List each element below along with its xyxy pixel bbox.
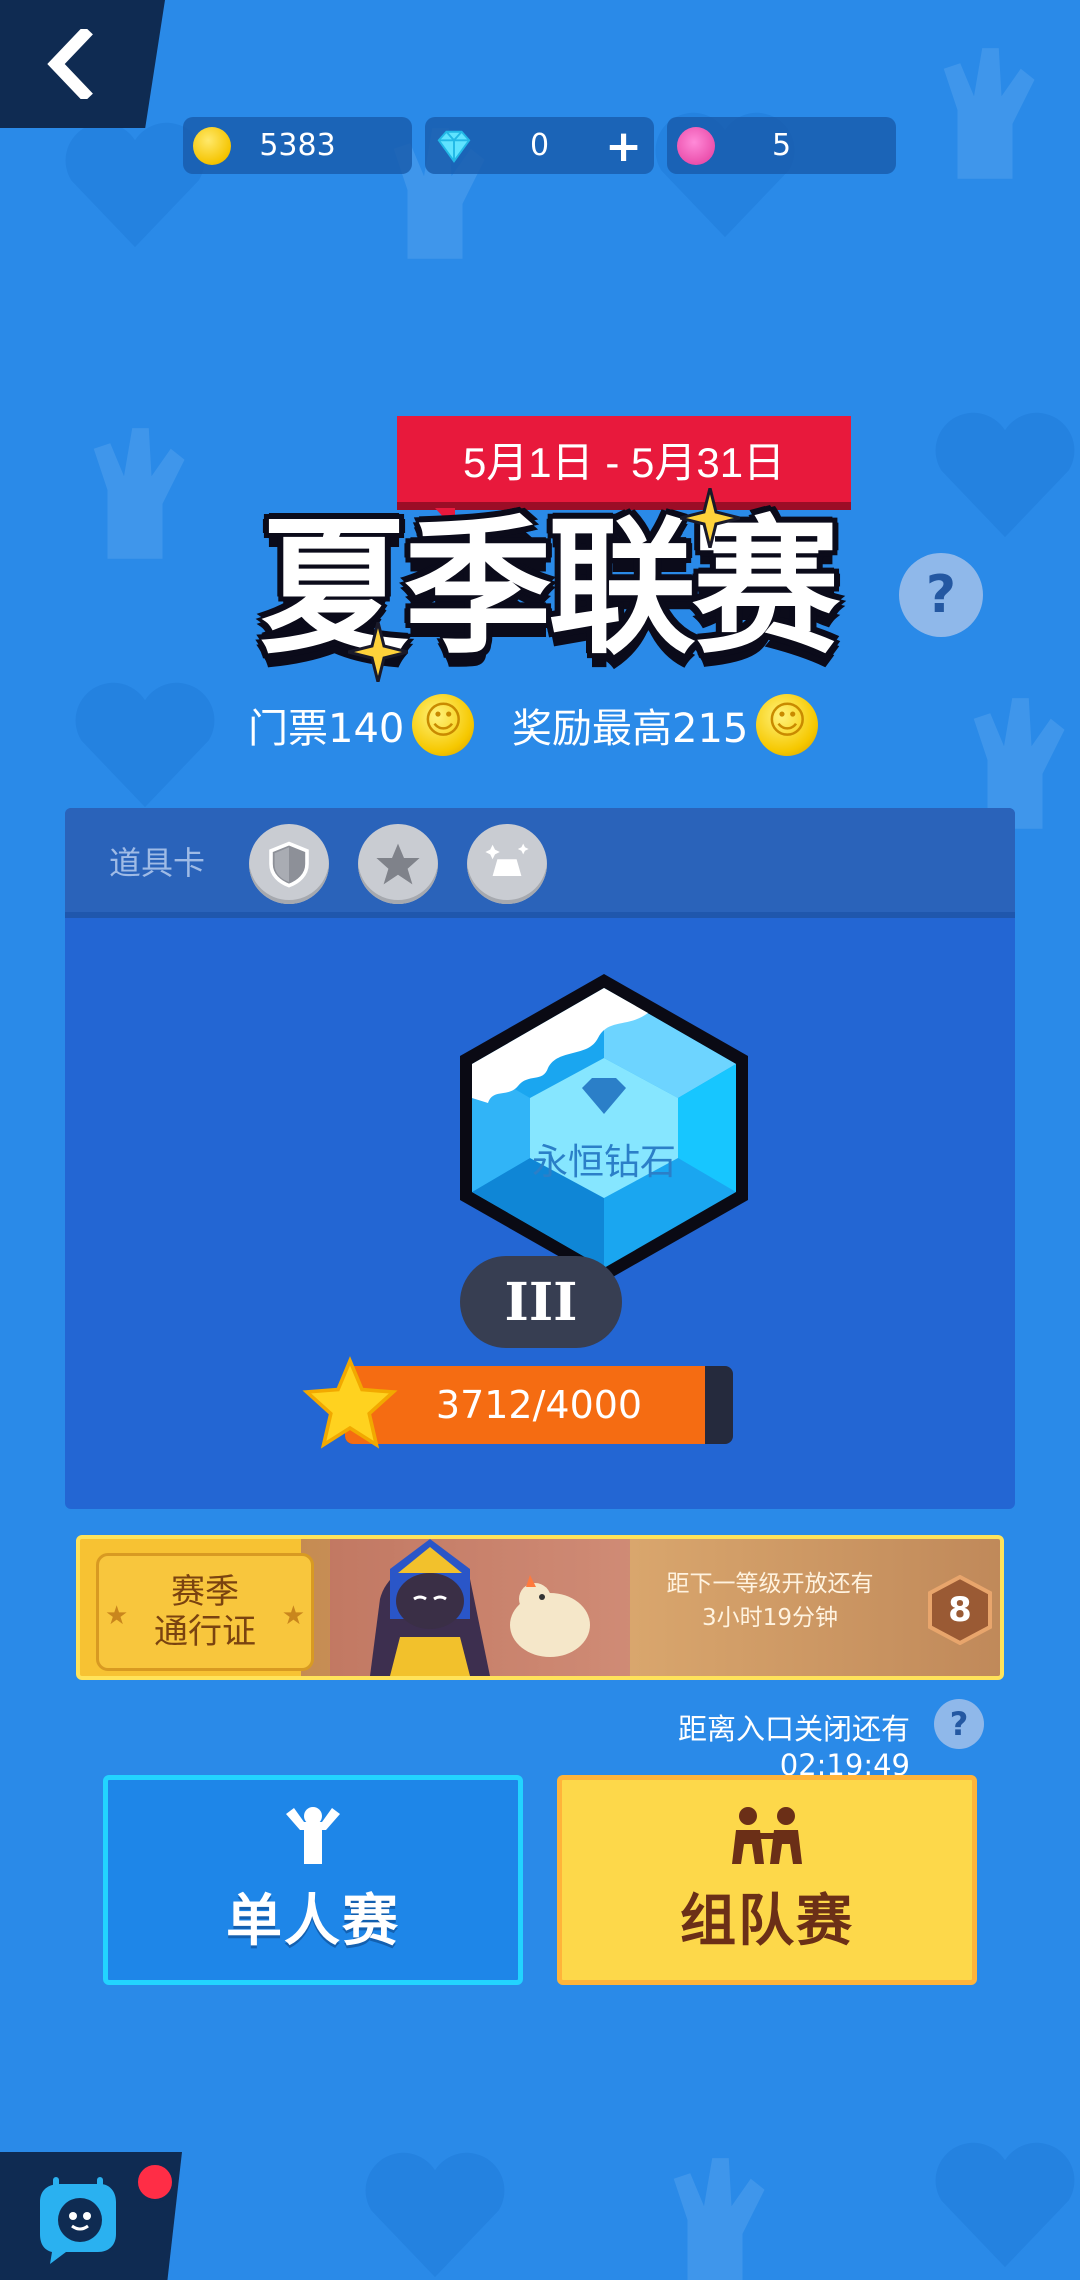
- rank-progress-text: 3712/4000: [435, 1383, 643, 1427]
- ticket-cost-label: 门票140: [248, 706, 405, 752]
- event-title: 夏季联赛: [260, 502, 840, 674]
- sparkle-icon: [680, 488, 740, 548]
- hand-icon: [93, 428, 185, 559]
- props-bar: 道具卡: [65, 808, 1015, 918]
- shield-icon: [269, 841, 309, 888]
- prop-card-shield[interactable]: [249, 824, 329, 904]
- season-pass-countdown: 距下一等级开放还有 3小时19分钟: [640, 1567, 900, 1635]
- lotus-balance-value: 5: [771, 128, 792, 163]
- max-reward: 奖励最高215: [512, 690, 819, 760]
- heart-icon: [935, 2142, 1075, 2268]
- heart-icon: [75, 682, 215, 808]
- event-date-ribbon: 5月1日 - 5月31日: [397, 416, 851, 530]
- pharaoh-character-illustration: [330, 1539, 630, 1676]
- entry-help-button[interactable]: ?: [934, 1699, 984, 1749]
- season-pass-ticket: ★ 赛季 通行证 ★: [96, 1553, 314, 1671]
- solo-match-button[interactable]: 单人赛: [103, 1775, 523, 1985]
- diamond-rank-badge: [460, 974, 748, 1282]
- heart-icon: [935, 412, 1075, 538]
- prop-card-crown[interactable]: [467, 824, 547, 904]
- season-pass-countdown-label: 距下一等级开放还有: [666, 1571, 874, 1597]
- single-person-icon: [286, 1806, 340, 1864]
- star-icon: [302, 1356, 398, 1449]
- season-pass-banner[interactable]: ★ 赛季 通行证 ★ 距下一等级开放还有 3小时19分钟 8: [76, 1535, 1004, 1680]
- prop-card-star[interactable]: [358, 824, 438, 904]
- rank-name: 永恒钻石: [531, 1142, 676, 1183]
- solo-match-label: 单人赛: [226, 1888, 400, 1954]
- heart-icon: [365, 2152, 505, 2278]
- max-reward-label: 奖励最高215: [512, 706, 749, 752]
- ticket-cost: 门票140: [248, 690, 475, 760]
- event-help-button[interactable]: ?: [899, 553, 983, 637]
- two-people-icon: [732, 1806, 802, 1864]
- team-match-label: 组队赛: [680, 1888, 854, 1954]
- robot-chat-icon: [40, 2177, 116, 2264]
- star-icon: ★: [281, 1601, 305, 1631]
- rank-tier: III: [460, 1256, 622, 1348]
- team-match-button[interactable]: 组队赛: [557, 1775, 977, 1985]
- rank-panel: 道具卡 永恒钻石 III 3712/4000: [65, 808, 1015, 1509]
- gem-balance[interactable]: 0 +: [425, 117, 654, 174]
- star-icon: [376, 843, 420, 885]
- season-pass-title-1: 赛季: [171, 1572, 239, 1612]
- sparkle-icon: [348, 622, 408, 682]
- season-pass-level-value: 8: [948, 1590, 972, 1630]
- crown-sparkle-icon: [485, 843, 529, 876]
- rank-progress-bar: 3712/4000: [345, 1366, 733, 1444]
- hand-icon: [673, 2158, 765, 2280]
- star-icon: ★: [105, 1601, 129, 1631]
- season-pass-title-2: 通行证: [154, 1612, 256, 1652]
- coin-icon: [756, 694, 819, 756]
- add-gems-button[interactable]: +: [605, 121, 642, 172]
- notification-dot: [135, 2162, 175, 2202]
- coin-balance: 5383: [183, 117, 412, 174]
- lotus-balance: 5: [667, 117, 896, 174]
- coin-balance-value: 5383: [259, 128, 336, 163]
- season-pass-countdown-value: 3小时19分钟: [702, 1605, 838, 1631]
- coin-icon: [412, 694, 475, 756]
- entry-close-timer: 距离入口关闭还有 02:19:49: [677, 1712, 910, 1782]
- hand-icon: [943, 48, 1035, 179]
- back-arrow-icon: [47, 29, 93, 99]
- season-pass-level: 8: [928, 1575, 992, 1645]
- props-label: 道具卡: [109, 844, 206, 882]
- back-button[interactable]: [0, 0, 165, 128]
